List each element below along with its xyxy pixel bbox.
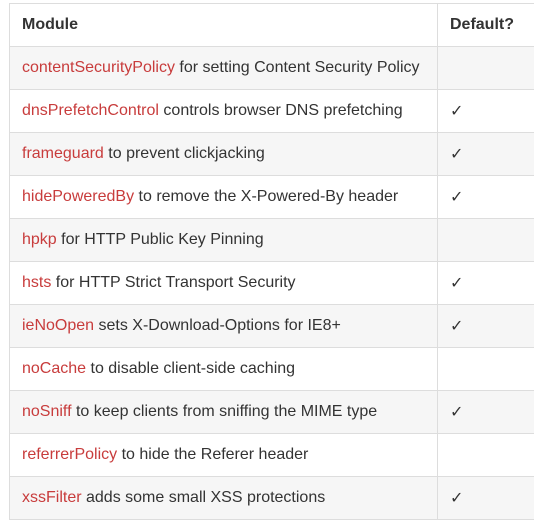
module-description: to prevent clickjacking bbox=[103, 145, 265, 162]
table-row: frameguard to prevent clickjacking ✓ bbox=[9, 132, 534, 176]
module-description: controls browser DNS prefetching bbox=[158, 102, 403, 119]
module-cell: contentSecurityPolicy for setting Conten… bbox=[9, 46, 438, 90]
default-cell: ✓ bbox=[437, 89, 534, 133]
header-default: Default? bbox=[437, 3, 534, 47]
table-row: noSniff to keep clients from sniffing th… bbox=[9, 390, 534, 434]
default-cell bbox=[437, 46, 534, 90]
modules-table: Module Default? contentSecurityPolicy fo… bbox=[9, 3, 534, 520]
module-link[interactable]: noSniff bbox=[22, 403, 72, 420]
module-link[interactable]: frameguard bbox=[22, 145, 104, 162]
module-cell: dnsPrefetchControl controls browser DNS … bbox=[9, 89, 438, 133]
module-description: to remove the X-Powered-By header bbox=[134, 188, 399, 205]
module-link[interactable]: hsts bbox=[22, 274, 51, 291]
module-link[interactable]: ieNoOpen bbox=[22, 317, 94, 334]
module-cell: ieNoOpen sets X-Download-Options for IE8… bbox=[9, 304, 438, 348]
module-cell: noCache to disable client-side caching bbox=[9, 347, 438, 391]
default-cell bbox=[437, 218, 534, 262]
module-link[interactable]: dnsPrefetchControl bbox=[22, 102, 159, 119]
check-icon: ✓ bbox=[450, 101, 464, 120]
module-description: adds some small XSS protections bbox=[81, 489, 326, 506]
module-link[interactable]: hidePoweredBy bbox=[22, 188, 134, 205]
default-cell: ✓ bbox=[437, 476, 534, 520]
module-link[interactable]: noCache bbox=[22, 360, 86, 377]
module-cell: xssFilter adds some small XSS protection… bbox=[9, 476, 438, 520]
header-module: Module bbox=[9, 3, 438, 47]
module-cell: hsts for HTTP Strict Transport Security bbox=[9, 261, 438, 305]
check-icon: ✓ bbox=[450, 402, 464, 421]
default-cell: ✓ bbox=[437, 175, 534, 219]
table-header-row: Module Default? bbox=[9, 3, 534, 47]
module-description: for HTTP Strict Transport Security bbox=[51, 274, 296, 291]
table-row: hsts for HTTP Strict Transport Security … bbox=[9, 261, 534, 305]
check-icon: ✓ bbox=[450, 144, 464, 163]
table-row: referrerPolicy to hide the Referer heade… bbox=[9, 433, 534, 477]
table-row: contentSecurityPolicy for setting Conten… bbox=[9, 46, 534, 90]
module-description: sets X-Download-Options for IE8+ bbox=[94, 317, 341, 334]
table-row: dnsPrefetchControl controls browser DNS … bbox=[9, 89, 534, 133]
module-link[interactable]: xssFilter bbox=[22, 489, 82, 506]
check-icon: ✓ bbox=[450, 488, 464, 507]
module-description: for HTTP Public Key Pinning bbox=[56, 231, 264, 248]
module-cell: hpkp for HTTP Public Key Pinning bbox=[9, 218, 438, 262]
default-cell: ✓ bbox=[437, 304, 534, 348]
module-description: for setting Content Security Policy bbox=[174, 59, 420, 76]
check-icon: ✓ bbox=[450, 273, 464, 292]
module-description: to keep clients from sniffing the MIME t… bbox=[71, 403, 378, 420]
default-cell: ✓ bbox=[437, 261, 534, 305]
table-row: noCache to disable client-side caching bbox=[9, 347, 534, 391]
module-cell: hidePoweredBy to remove the X-Powered-By… bbox=[9, 175, 438, 219]
module-link[interactable]: referrerPolicy bbox=[22, 446, 117, 463]
module-link[interactable]: hpkp bbox=[22, 231, 57, 248]
table-row: xssFilter adds some small XSS protection… bbox=[9, 476, 534, 520]
default-cell: ✓ bbox=[437, 390, 534, 434]
module-cell: referrerPolicy to hide the Referer heade… bbox=[9, 433, 438, 477]
table-row: ieNoOpen sets X-Download-Options for IE8… bbox=[9, 304, 534, 348]
check-icon: ✓ bbox=[450, 187, 464, 206]
default-cell bbox=[437, 347, 534, 391]
default-cell bbox=[437, 433, 534, 477]
module-cell: frameguard to prevent clickjacking bbox=[9, 132, 438, 176]
check-icon: ✓ bbox=[450, 316, 464, 335]
module-cell: noSniff to keep clients from sniffing th… bbox=[9, 390, 438, 434]
table-row: hpkp for HTTP Public Key Pinning bbox=[9, 218, 534, 262]
table-row: hidePoweredBy to remove the X-Powered-By… bbox=[9, 175, 534, 219]
module-description: to hide the Referer header bbox=[117, 446, 309, 463]
module-link[interactable]: contentSecurityPolicy bbox=[22, 59, 175, 76]
default-cell: ✓ bbox=[437, 132, 534, 176]
module-description: to disable client-side caching bbox=[86, 360, 296, 377]
